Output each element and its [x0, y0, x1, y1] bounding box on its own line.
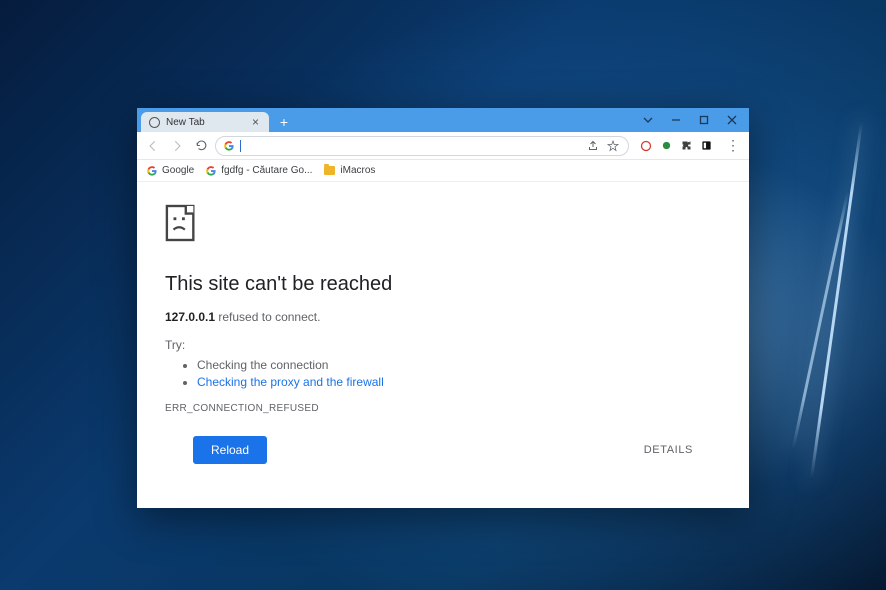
bookmark-label: Google	[162, 165, 194, 176]
proxy-firewall-link[interactable]: Checking the proxy and the firewall	[197, 375, 384, 389]
page-content: This site can't be reached 127.0.0.1 ref…	[137, 182, 749, 508]
minimize-button[interactable]	[663, 110, 689, 130]
reload-button[interactable]: Reload	[193, 436, 267, 464]
error-subtitle: 127.0.0.1 refused to connect.	[165, 310, 721, 324]
extensions-puzzle-icon[interactable]	[679, 139, 693, 153]
desktop-background: New Tab × +	[0, 0, 886, 590]
maximize-button[interactable]	[691, 110, 717, 130]
tab-active[interactable]: New Tab ×	[141, 112, 269, 132]
error-title: This site can't be reached	[165, 273, 721, 296]
extension-icon[interactable]	[639, 139, 653, 153]
bookmarks-bar: Google fgdfg - Căutare Go... iMacros	[137, 160, 749, 182]
error-host: 127.0.0.1	[165, 310, 215, 324]
chevron-down-icon[interactable]	[635, 110, 661, 130]
error-sub-suffix: refused to connect.	[215, 310, 320, 324]
address-bar[interactable]	[215, 136, 629, 156]
extension-icons	[633, 139, 719, 153]
bookmark-item[interactable]: fgdfg - Căutare Go...	[206, 165, 312, 176]
google-icon	[206, 166, 216, 176]
bookmark-item[interactable]: Google	[147, 165, 194, 176]
titlebar[interactable]: New Tab × +	[137, 108, 749, 132]
bookmark-item[interactable]: iMacros	[324, 165, 375, 176]
star-icon[interactable]	[606, 139, 620, 153]
toolbar: ⋮	[137, 132, 749, 160]
suggestion-item: Checking the proxy and the firewall	[197, 375, 721, 389]
share-icon[interactable]	[586, 139, 600, 153]
window-controls	[635, 108, 749, 132]
forward-button[interactable]	[167, 136, 187, 156]
folder-icon	[324, 166, 335, 175]
extension-icon[interactable]	[699, 139, 713, 153]
details-button[interactable]: DETAILS	[644, 444, 693, 456]
menu-button[interactable]: ⋮	[723, 137, 743, 154]
decoration	[810, 120, 864, 480]
extension-icon[interactable]	[659, 139, 673, 153]
close-button[interactable]	[719, 110, 745, 130]
new-tab-button[interactable]: +	[275, 114, 293, 132]
action-row: Reload DETAILS	[193, 436, 693, 464]
sad-page-icon	[165, 204, 199, 242]
suggestions-list: Checking the connection Checking the pro…	[165, 358, 721, 389]
tab-close-icon[interactable]: ×	[250, 115, 261, 129]
bookmark-label: fgdfg - Căutare Go...	[221, 165, 312, 176]
tab-title: New Tab	[166, 117, 244, 128]
tab-strip: New Tab × +	[137, 108, 635, 132]
tab-favicon-icon	[149, 117, 160, 128]
error-code: ERR_CONNECTION_REFUSED	[165, 403, 721, 414]
google-icon	[147, 166, 157, 176]
text-caret	[240, 140, 241, 152]
suggestion-item: Checking the connection	[197, 358, 721, 372]
reload-icon[interactable]	[191, 136, 211, 156]
google-icon	[224, 141, 234, 151]
browser-window: New Tab × +	[137, 108, 749, 508]
bookmark-label: iMacros	[340, 165, 375, 176]
back-button[interactable]	[143, 136, 163, 156]
try-label: Try:	[165, 338, 721, 352]
